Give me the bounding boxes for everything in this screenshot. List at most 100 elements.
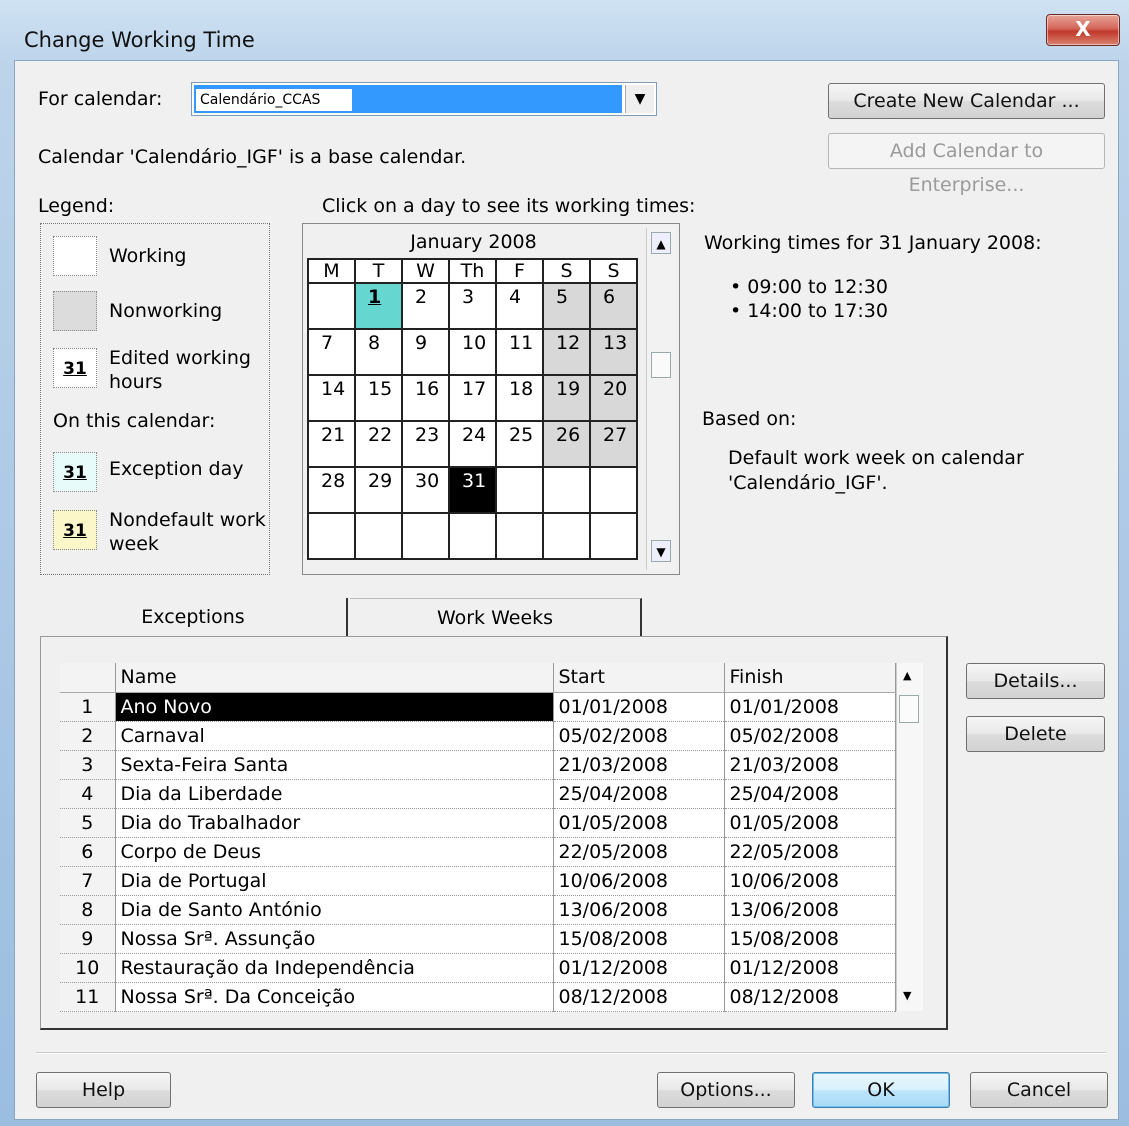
calendar-day-cell[interactable]: [495, 466, 544, 514]
calendar-day-cell[interactable]: 29: [354, 466, 403, 514]
exception-finish-cell[interactable]: 22/05/2008: [724, 837, 896, 867]
table-row[interactable]: 3 Sexta-Feira Santa 21/03/2008 21/03/200…: [60, 750, 896, 780]
table-row[interactable]: 11 Nossa Srª. Da Conceição 08/12/2008 08…: [60, 982, 896, 1012]
calendar-day-cell[interactable]: 11: [495, 328, 544, 376]
calendar-day-cell-nonworking[interactable]: 19: [542, 374, 591, 422]
exception-start-cell[interactable]: 05/02/2008: [553, 721, 725, 751]
calendar-day-cell[interactable]: 22: [354, 420, 403, 468]
tab-exceptions[interactable]: Exceptions: [40, 598, 348, 636]
exception-start-cell[interactable]: 01/01/2008: [553, 692, 725, 722]
exception-finish-cell[interactable]: 01/05/2008: [724, 808, 896, 838]
exception-start-cell[interactable]: 10/06/2008: [553, 866, 725, 896]
table-row[interactable]: 2 Carnaval 05/02/2008 05/02/2008: [60, 721, 896, 751]
table-row[interactable]: 1 Ano Novo 01/01/2008 01/01/2008: [60, 692, 896, 722]
calendar-day-cell[interactable]: [589, 512, 638, 560]
calendar-day-cell-nonworking[interactable]: 5: [542, 282, 591, 330]
calendar-day-cell[interactable]: 14: [307, 374, 356, 422]
calendar-day-cell[interactable]: 21: [307, 420, 356, 468]
calendar-day-cell[interactable]: 7: [307, 328, 356, 376]
chevron-down-icon[interactable]: ▼: [625, 85, 654, 113]
add-calendar-to-enterprise-button[interactable]: Add Calendar to Enterprise...: [828, 133, 1105, 196]
calendar-day-cell[interactable]: 2: [401, 282, 450, 330]
calendar-day-cell[interactable]: [354, 512, 403, 560]
scroll-down-icon[interactable]: ▼: [903, 989, 911, 1002]
calendar-day-cell-exception[interactable]: 1: [354, 282, 403, 330]
calendar-day-cell[interactable]: [448, 512, 497, 560]
calendar-day-cell[interactable]: [495, 512, 544, 560]
exception-finish-cell[interactable]: 08/12/2008: [724, 982, 896, 1012]
calendar-day-cell-selected[interactable]: 31: [448, 466, 497, 514]
calendar-day-cell[interactable]: [307, 282, 356, 330]
scroll-thumb[interactable]: [899, 695, 919, 723]
exception-start-cell[interactable]: 22/05/2008: [553, 837, 725, 867]
exception-start-cell[interactable]: 25/04/2008: [553, 779, 725, 809]
exception-name-cell[interactable]: Dia de Santo António: [115, 895, 554, 925]
calendar-day-cell[interactable]: 25: [495, 420, 544, 468]
column-header-finish[interactable]: Finish: [724, 663, 896, 693]
cancel-button[interactable]: Cancel: [970, 1072, 1108, 1108]
calendar-day-cell[interactable]: 10: [448, 328, 497, 376]
exceptions-scrollbar[interactable]: ▲ ▼: [896, 663, 923, 1011]
exception-finish-cell[interactable]: 13/06/2008: [724, 895, 896, 925]
calendar-day-cell-nonworking[interactable]: 20: [589, 374, 638, 422]
exception-name-cell[interactable]: Dia da Liberdade: [115, 779, 554, 809]
calendar-day-cell-nonworking[interactable]: 13: [589, 328, 638, 376]
exception-name-cell[interactable]: Nossa Srª. Assunção: [115, 924, 554, 954]
exception-name-cell[interactable]: Nossa Srª. Da Conceição: [115, 982, 554, 1012]
table-row[interactable]: 8 Dia de Santo António 13/06/2008 13/06/…: [60, 895, 896, 925]
table-row[interactable]: 7 Dia de Portugal 10/06/2008 10/06/2008: [60, 866, 896, 896]
delete-button[interactable]: Delete: [966, 716, 1105, 752]
scroll-down-icon[interactable]: ▼: [651, 540, 671, 562]
calendar-day-cell[interactable]: 17: [448, 374, 497, 422]
calendar-day-cell-nonworking[interactable]: 6: [589, 282, 638, 330]
calendar-day-cell[interactable]: [401, 512, 450, 560]
exception-name-cell[interactable]: Corpo de Deus: [115, 837, 554, 867]
calendar-day-cell[interactable]: 3: [448, 282, 497, 330]
column-header-start[interactable]: Start: [553, 663, 725, 693]
scroll-up-icon[interactable]: ▲: [903, 669, 911, 682]
exception-finish-cell[interactable]: 01/12/2008: [724, 953, 896, 983]
tab-work-weeks[interactable]: Work Weeks: [350, 598, 642, 636]
exception-finish-cell[interactable]: 15/08/2008: [724, 924, 896, 954]
exception-name-cell[interactable]: Carnaval: [115, 721, 554, 751]
calendar-day-cell[interactable]: 28: [307, 466, 356, 514]
exception-start-cell[interactable]: 01/05/2008: [553, 808, 725, 838]
table-row[interactable]: 9 Nossa Srª. Assunção 15/08/2008 15/08/2…: [60, 924, 896, 954]
calendar-day-cell[interactable]: [542, 512, 591, 560]
exception-name-cell[interactable]: Restauração da Independência: [115, 953, 554, 983]
exception-finish-cell[interactable]: 10/06/2008: [724, 866, 896, 896]
calendar-day-cell[interactable]: 23: [401, 420, 450, 468]
table-row[interactable]: 5 Dia do Trabalhador 01/05/2008 01/05/20…: [60, 808, 896, 838]
exception-name-cell[interactable]: Sexta-Feira Santa: [115, 750, 554, 780]
exception-finish-cell[interactable]: 01/01/2008: [724, 692, 896, 722]
calendar-day-cell[interactable]: [589, 466, 638, 514]
calendar-day-cell[interactable]: 30: [401, 466, 450, 514]
calendar-day-cell[interactable]: 9: [401, 328, 450, 376]
options-button[interactable]: Options...: [657, 1072, 795, 1108]
table-row[interactable]: 10 Restauração da Independência 01/12/20…: [60, 953, 896, 983]
exception-name-cell[interactable]: Dia de Portugal: [115, 866, 554, 896]
calendar-day-cell[interactable]: 16: [401, 374, 450, 422]
scroll-thumb[interactable]: [651, 352, 671, 378]
create-new-calendar-button[interactable]: Create New Calendar ...: [828, 83, 1105, 119]
calendar-day-cell[interactable]: 8: [354, 328, 403, 376]
calendar-day-cell-nonworking[interactable]: 26: [542, 420, 591, 468]
calendar-day-cell-nonworking[interactable]: 27: [589, 420, 638, 468]
column-header-name[interactable]: Name: [115, 663, 554, 693]
table-row[interactable]: 4 Dia da Liberdade 25/04/2008 25/04/2008: [60, 779, 896, 809]
exception-finish-cell[interactable]: 05/02/2008: [724, 721, 896, 751]
exception-start-cell[interactable]: 08/12/2008: [553, 982, 725, 1012]
exception-start-cell[interactable]: 13/06/2008: [553, 895, 725, 925]
exception-name-cell[interactable]: Ano Novo: [115, 692, 554, 722]
close-button[interactable]: X: [1046, 14, 1120, 46]
calendar-day-cell-nonworking[interactable]: 12: [542, 328, 591, 376]
exception-start-cell[interactable]: 21/03/2008: [553, 750, 725, 780]
details-button[interactable]: Details...: [966, 663, 1105, 699]
exception-finish-cell[interactable]: 25/04/2008: [724, 779, 896, 809]
calendar-scrollbar[interactable]: ▲ ▼: [646, 228, 675, 570]
for-calendar-select[interactable]: Calendário_CCAS ▼: [191, 82, 657, 116]
exception-name-cell[interactable]: Dia do Trabalhador: [115, 808, 554, 838]
ok-button[interactable]: OK: [812, 1072, 950, 1108]
calendar-day-cell[interactable]: 4: [495, 282, 544, 330]
calendar-day-cell[interactable]: 24: [448, 420, 497, 468]
